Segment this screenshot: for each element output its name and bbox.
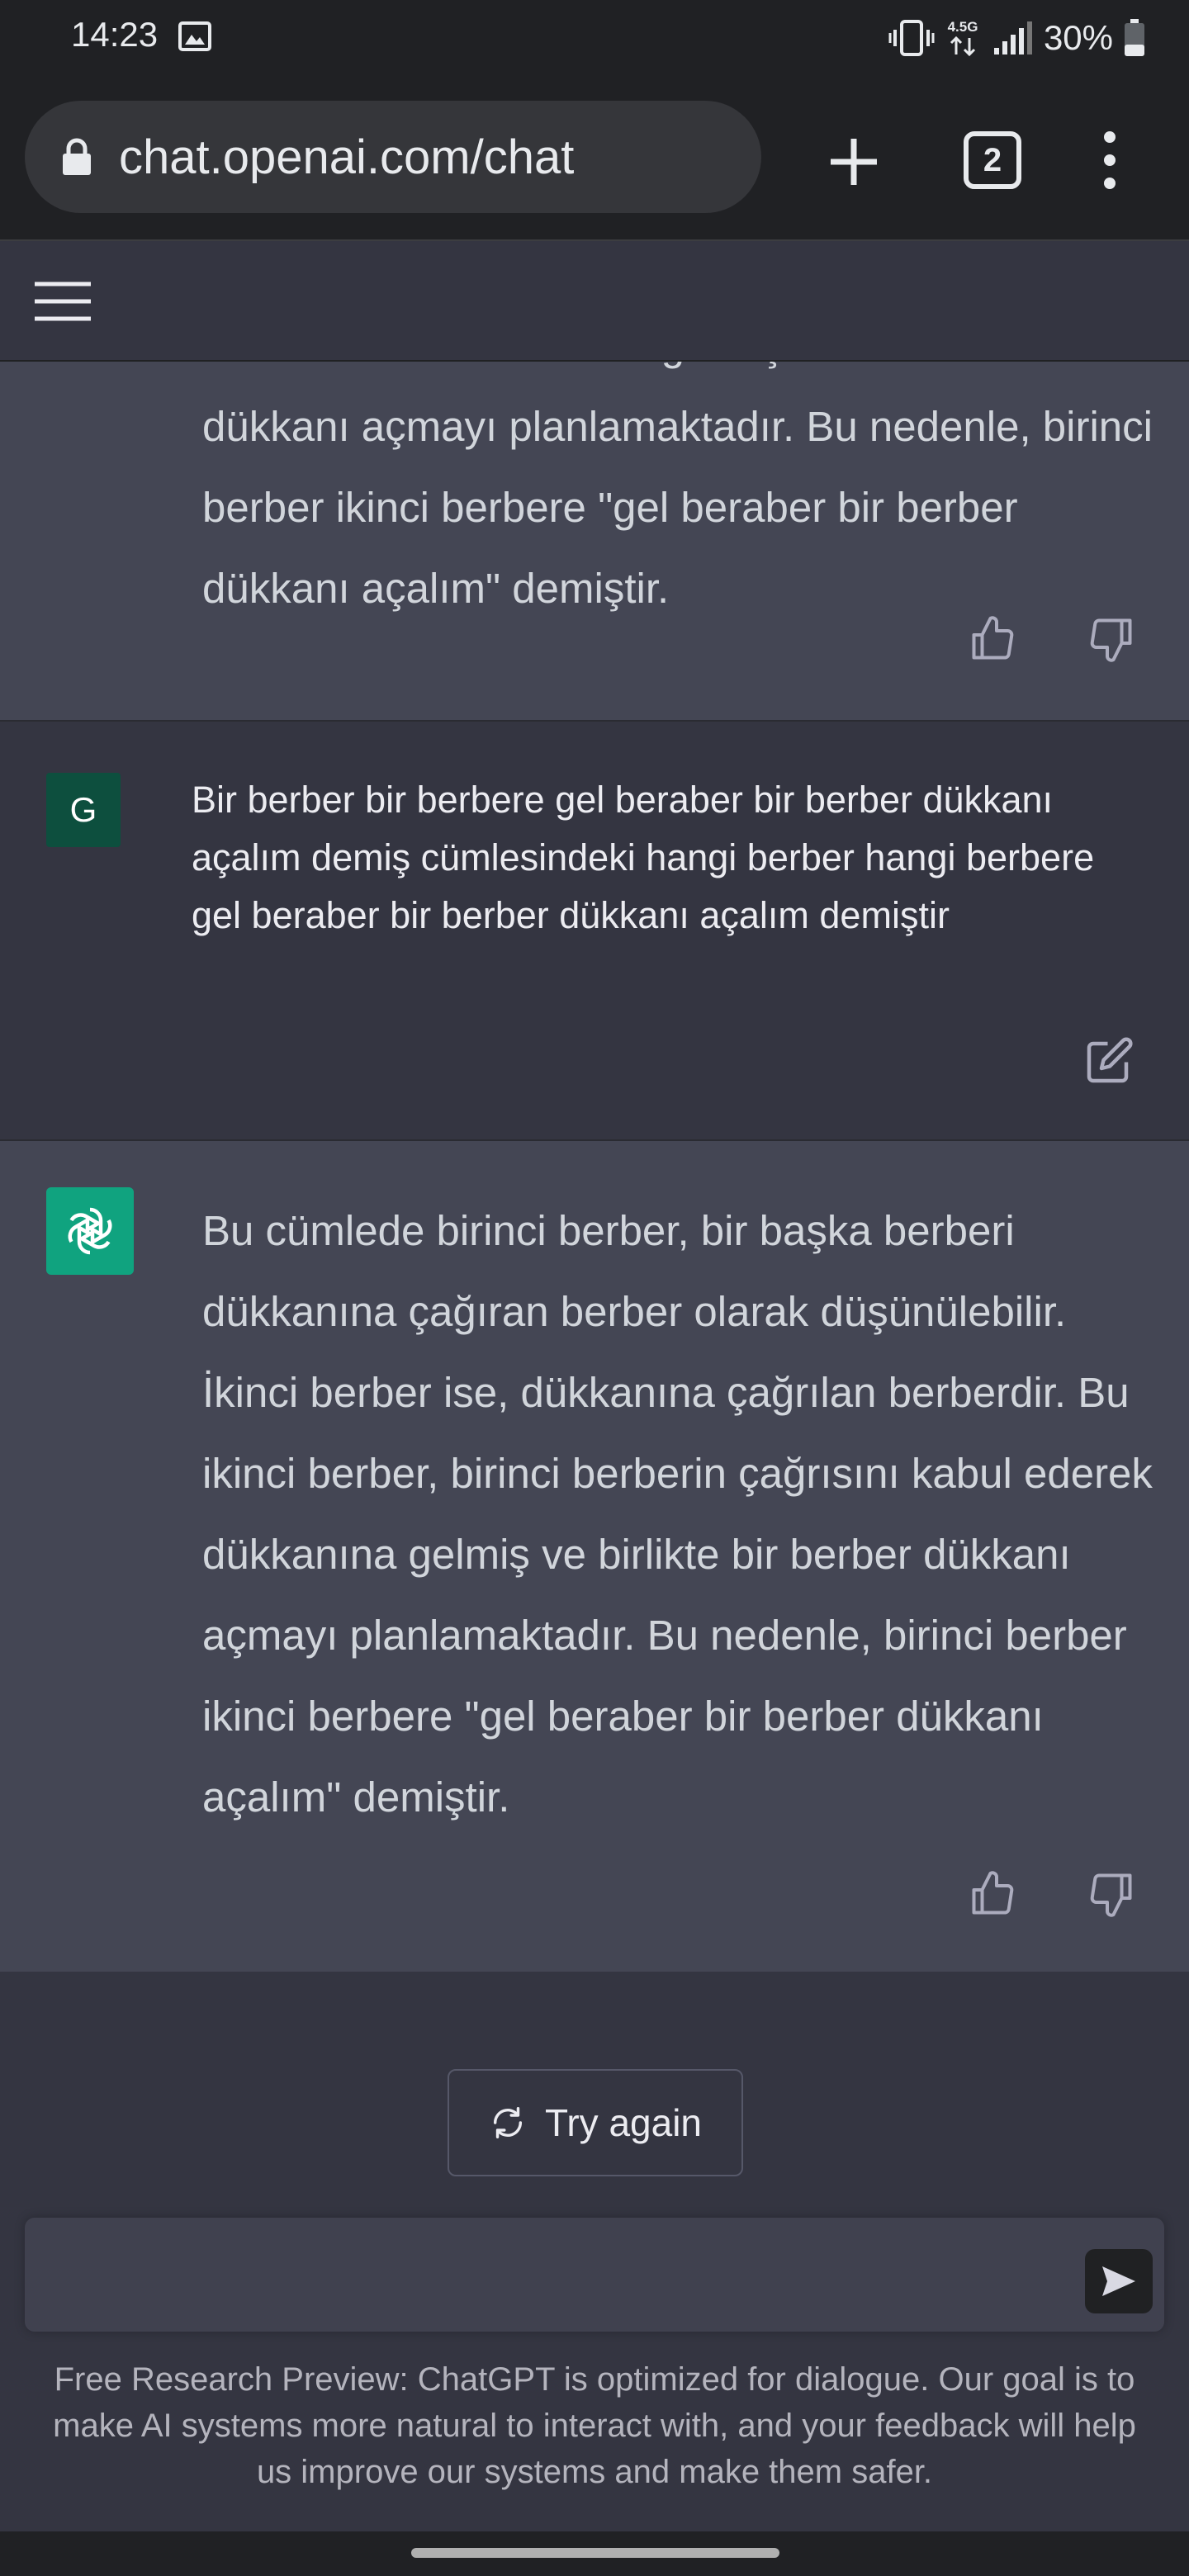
battery-icon bbox=[1125, 19, 1144, 56]
chatgpt-avatar bbox=[46, 1187, 134, 1275]
refresh-icon bbox=[493, 2107, 523, 2138]
browser-toolbar: chat.openai.com/chat 2 bbox=[0, 79, 1189, 241]
tabs-icon[interactable]: 2 bbox=[961, 129, 1024, 192]
address-bar[interactable]: chat.openai.com/chat bbox=[25, 101, 761, 213]
new-tab-icon[interactable] bbox=[822, 130, 885, 193]
assistant-message-previous: kabul ederek dükkanına gelmiş ve birlikt… bbox=[0, 362, 1189, 722]
send-button[interactable] bbox=[1085, 2249, 1153, 2313]
hamburger-menu-icon[interactable] bbox=[33, 279, 92, 324]
network-badge-text: 4.5G bbox=[948, 19, 978, 35]
chat-header bbox=[0, 241, 1189, 362]
disclaimer-text: Free Research Preview: ChatGPT is optimi… bbox=[53, 2361, 1136, 2490]
assistant-message-text: Bu cümlede birinci berber, bir başka ber… bbox=[202, 1207, 1153, 1821]
menu-dots-icon[interactable] bbox=[1095, 127, 1125, 193]
thumbs-down-icon[interactable] bbox=[1087, 614, 1136, 664]
user-message-text: Bir berber bir berbere gel beraber bir b… bbox=[192, 779, 1095, 936]
thumbs-up-icon[interactable] bbox=[968, 1869, 1017, 1919]
assistant-message: Bu cümlede birinci berber, bir başka ber… bbox=[0, 1141, 1189, 1972]
prompt-input-container bbox=[25, 2218, 1164, 2332]
gallery-icon bbox=[178, 21, 211, 51]
battery-percent: 30% bbox=[1043, 18, 1113, 57]
home-gesture-handle[interactable] bbox=[411, 2548, 779, 2558]
user-message: G Bir berber bir berbere gel beraber bir… bbox=[0, 722, 1189, 1141]
send-icon bbox=[1102, 2266, 1135, 2296]
prompt-input[interactable] bbox=[50, 2242, 1093, 2310]
thumbs-down-icon[interactable] bbox=[1087, 1869, 1136, 1919]
url-text: chat.openai.com/chat bbox=[119, 130, 575, 184]
openai-logo-icon bbox=[68, 1207, 112, 1255]
thumbs-up-icon[interactable] bbox=[968, 614, 1017, 664]
tab-count: 2 bbox=[983, 141, 1002, 178]
status-bar: 14:23 4.5G 30% bbox=[0, 0, 1189, 79]
vibrate-icon bbox=[888, 20, 935, 56]
network-4.5g-icon: 4.5G bbox=[948, 19, 978, 57]
try-again-label: Try again bbox=[544, 2101, 703, 2144]
status-time: 14:23 bbox=[71, 15, 159, 54]
user-avatar: G bbox=[46, 773, 121, 847]
try-again-button[interactable]: Try again bbox=[448, 2069, 743, 2176]
system-navigation-bar bbox=[0, 2531, 1189, 2576]
status-icons: 4.5G 30% bbox=[888, 15, 1146, 61]
assistant-message-text: kabul ederek dükkanına gelmiş ve birlikt… bbox=[202, 362, 1164, 612]
signal-icon bbox=[993, 21, 1032, 54]
lock-icon bbox=[63, 138, 91, 175]
edit-icon[interactable] bbox=[1085, 1035, 1135, 1085]
